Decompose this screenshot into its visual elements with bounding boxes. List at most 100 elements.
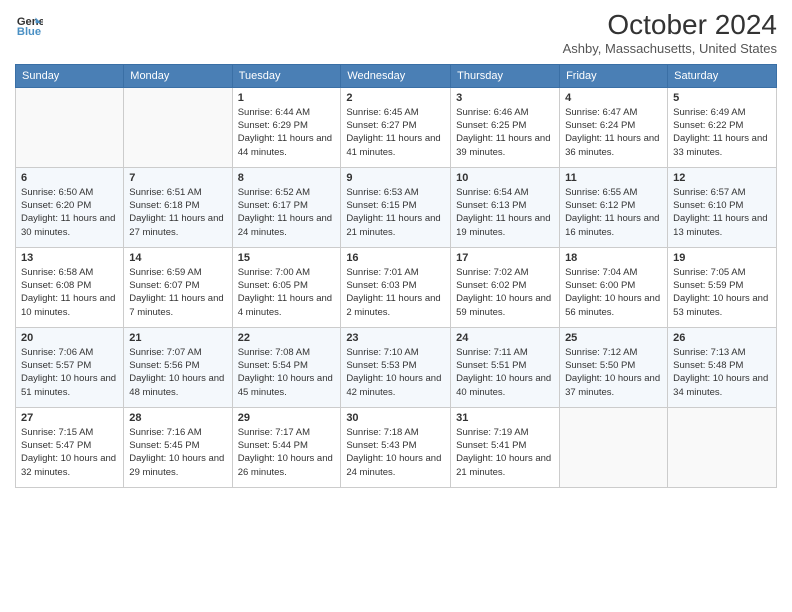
day-info: Sunrise: 7:19 AMSunset: 5:41 PMDaylight:… (456, 426, 554, 479)
header-friday: Friday (560, 64, 668, 87)
day-info: Sunrise: 7:08 AMSunset: 5:54 PMDaylight:… (238, 346, 336, 399)
calendar-cell: 14 Sunrise: 6:59 AMSunset: 6:07 PMDayligh… (124, 247, 232, 327)
calendar-cell: 10 Sunrise: 6:54 AMSunset: 6:13 PMDayligh… (451, 167, 560, 247)
calendar-cell (16, 87, 124, 167)
day-number: 11 (565, 172, 662, 184)
calendar-cell: 13 Sunrise: 6:58 AMSunset: 6:08 PMDayligh… (16, 247, 124, 327)
day-info: Sunrise: 6:59 AMSunset: 6:07 PMDaylight:… (129, 266, 226, 319)
day-info: Sunrise: 6:53 AMSunset: 6:15 PMDaylight:… (346, 186, 445, 239)
day-number: 25 (565, 332, 662, 344)
day-number: 15 (238, 252, 336, 264)
calendar-cell: 15 Sunrise: 7:00 AMSunset: 6:05 PMDayligh… (232, 247, 341, 327)
day-info: Sunrise: 7:01 AMSunset: 6:03 PMDaylight:… (346, 266, 445, 319)
calendar-cell: 3 Sunrise: 6:46 AMSunset: 6:25 PMDaylight… (451, 87, 560, 167)
day-number: 16 (346, 252, 445, 264)
calendar-cell: 28 Sunrise: 7:16 AMSunset: 5:45 PMDayligh… (124, 407, 232, 487)
day-number: 18 (565, 252, 662, 264)
day-info: Sunrise: 7:06 AMSunset: 5:57 PMDaylight:… (21, 346, 118, 399)
header-saturday: Saturday (668, 64, 777, 87)
day-number: 20 (21, 332, 118, 344)
day-info: Sunrise: 6:55 AMSunset: 6:12 PMDaylight:… (565, 186, 662, 239)
page: General Blue October 2024 Ashby, Massach… (0, 0, 792, 612)
calendar-cell: 18 Sunrise: 7:04 AMSunset: 6:00 PMDayligh… (560, 247, 668, 327)
day-number: 8 (238, 172, 336, 184)
calendar-cell: 12Sunrise: 6:57 AMSunset: 6:10 PMDayligh… (668, 167, 777, 247)
day-number: 17 (456, 252, 554, 264)
calendar-cell: 11 Sunrise: 6:55 AMSunset: 6:12 PMDayligh… (560, 167, 668, 247)
day-info: Sunrise: 7:05 AMSunset: 5:59 PMDaylight:… (673, 266, 771, 319)
day-number: 4 (565, 92, 662, 104)
day-number: 5 (673, 92, 771, 104)
svg-text:Blue: Blue (17, 26, 41, 38)
calendar-cell: 7 Sunrise: 6:51 AMSunset: 6:18 PMDaylight… (124, 167, 232, 247)
calendar-cell: 29 Sunrise: 7:17 AMSunset: 5:44 PMDayligh… (232, 407, 341, 487)
logo: General Blue (15, 10, 43, 38)
calendar-cell: 23 Sunrise: 7:10 AMSunset: 5:53 PMDayligh… (341, 327, 451, 407)
day-info: Sunrise: 6:44 AMSunset: 6:29 PMDaylight:… (238, 106, 336, 159)
day-number: 7 (129, 172, 226, 184)
day-number: 13 (21, 252, 118, 264)
day-info: Sunrise: 7:17 AMSunset: 5:44 PMDaylight:… (238, 426, 336, 479)
day-info: Sunrise: 7:18 AMSunset: 5:43 PMDaylight:… (346, 426, 445, 479)
header: General Blue October 2024 Ashby, Massach… (15, 10, 777, 56)
day-number: 27 (21, 412, 118, 424)
calendar-cell: 20 Sunrise: 7:06 AMSunset: 5:57 PMDayligh… (16, 327, 124, 407)
header-tuesday: Tuesday (232, 64, 341, 87)
calendar-cell: 22 Sunrise: 7:08 AMSunset: 5:54 PMDayligh… (232, 327, 341, 407)
day-number: 30 (346, 412, 445, 424)
calendar-cell: 6Sunrise: 6:50 AMSunset: 6:20 PMDaylight… (16, 167, 124, 247)
day-number: 29 (238, 412, 336, 424)
day-info: Sunrise: 6:51 AMSunset: 6:18 PMDaylight:… (129, 186, 226, 239)
day-info: Sunrise: 7:02 AMSunset: 6:02 PMDaylight:… (456, 266, 554, 319)
calendar-cell: 24Sunrise: 7:11 AMSunset: 5:51 PMDayligh… (451, 327, 560, 407)
day-number: 28 (129, 412, 226, 424)
calendar-cell: 2 Sunrise: 6:45 AMSunset: 6:27 PMDaylight… (341, 87, 451, 167)
day-info: Sunrise: 7:15 AMSunset: 5:47 PMDaylight:… (21, 426, 118, 479)
header-sunday: Sunday (16, 64, 124, 87)
header-thursday: Thursday (451, 64, 560, 87)
calendar: Sunday Monday Tuesday Wednesday Thursday… (15, 64, 777, 488)
title-area: October 2024 Ashby, Massachusetts, Unite… (563, 10, 777, 56)
calendar-cell: 5Sunrise: 6:49 AMSunset: 6:22 PMDaylight… (668, 87, 777, 167)
calendar-cell: 27 Sunrise: 7:15 AMSunset: 5:47 PMDayligh… (16, 407, 124, 487)
day-info: Sunrise: 6:58 AMSunset: 6:08 PMDaylight:… (21, 266, 118, 319)
calendar-cell: 25 Sunrise: 7:12 AMSunset: 5:50 PMDayligh… (560, 327, 668, 407)
header-wednesday: Wednesday (341, 64, 451, 87)
day-info: Sunrise: 6:45 AMSunset: 6:27 PMDaylight:… (346, 106, 445, 159)
day-info: Sunrise: 6:46 AMSunset: 6:25 PMDaylight:… (456, 106, 554, 159)
day-number: 14 (129, 252, 226, 264)
month-title: October 2024 (563, 10, 777, 41)
day-info: Sunrise: 7:16 AMSunset: 5:45 PMDaylight:… (129, 426, 226, 479)
week-row-4: 20 Sunrise: 7:06 AMSunset: 5:57 PMDayligh… (16, 327, 777, 407)
calendar-cell: 31 Sunrise: 7:19 AMSunset: 5:41 PMDayligh… (451, 407, 560, 487)
day-info: Sunrise: 7:12 AMSunset: 5:50 PMDaylight:… (565, 346, 662, 399)
day-info: Sunrise: 7:11 AMSunset: 5:51 PMDaylight:… (456, 346, 554, 399)
location: Ashby, Massachusetts, United States (563, 41, 777, 56)
day-number: 10 (456, 172, 554, 184)
day-info: Sunrise: 7:04 AMSunset: 6:00 PMDaylight:… (565, 266, 662, 319)
day-number: 21 (129, 332, 226, 344)
day-info: Sunrise: 7:10 AMSunset: 5:53 PMDaylight:… (346, 346, 445, 399)
calendar-cell: 9 Sunrise: 6:53 AMSunset: 6:15 PMDaylight… (341, 167, 451, 247)
day-number: 26 (673, 332, 771, 344)
day-number: 22 (238, 332, 336, 344)
day-info: Sunrise: 6:50 AMSunset: 6:20 PMDaylight:… (21, 186, 118, 239)
day-number: 1 (238, 92, 336, 104)
day-info: Sunrise: 7:07 AMSunset: 5:56 PMDaylight:… (129, 346, 226, 399)
logo-icon: General Blue (15, 10, 43, 38)
header-monday: Monday (124, 64, 232, 87)
calendar-cell (124, 87, 232, 167)
day-number: 3 (456, 92, 554, 104)
day-info: Sunrise: 7:00 AMSunset: 6:05 PMDaylight:… (238, 266, 336, 319)
day-info: Sunrise: 6:54 AMSunset: 6:13 PMDaylight:… (456, 186, 554, 239)
day-info: Sunrise: 6:57 AMSunset: 6:10 PMDaylight:… (673, 186, 771, 239)
day-number: 9 (346, 172, 445, 184)
calendar-cell: 26Sunrise: 7:13 AMSunset: 5:48 PMDayligh… (668, 327, 777, 407)
day-number: 2 (346, 92, 445, 104)
day-number: 31 (456, 412, 554, 424)
calendar-cell: 4 Sunrise: 6:47 AMSunset: 6:24 PMDaylight… (560, 87, 668, 167)
week-row-1: 1 Sunrise: 6:44 AMSunset: 6:29 PMDaylight… (16, 87, 777, 167)
day-number: 23 (346, 332, 445, 344)
day-info: Sunrise: 6:47 AMSunset: 6:24 PMDaylight:… (565, 106, 662, 159)
calendar-cell: 21 Sunrise: 7:07 AMSunset: 5:56 PMDayligh… (124, 327, 232, 407)
